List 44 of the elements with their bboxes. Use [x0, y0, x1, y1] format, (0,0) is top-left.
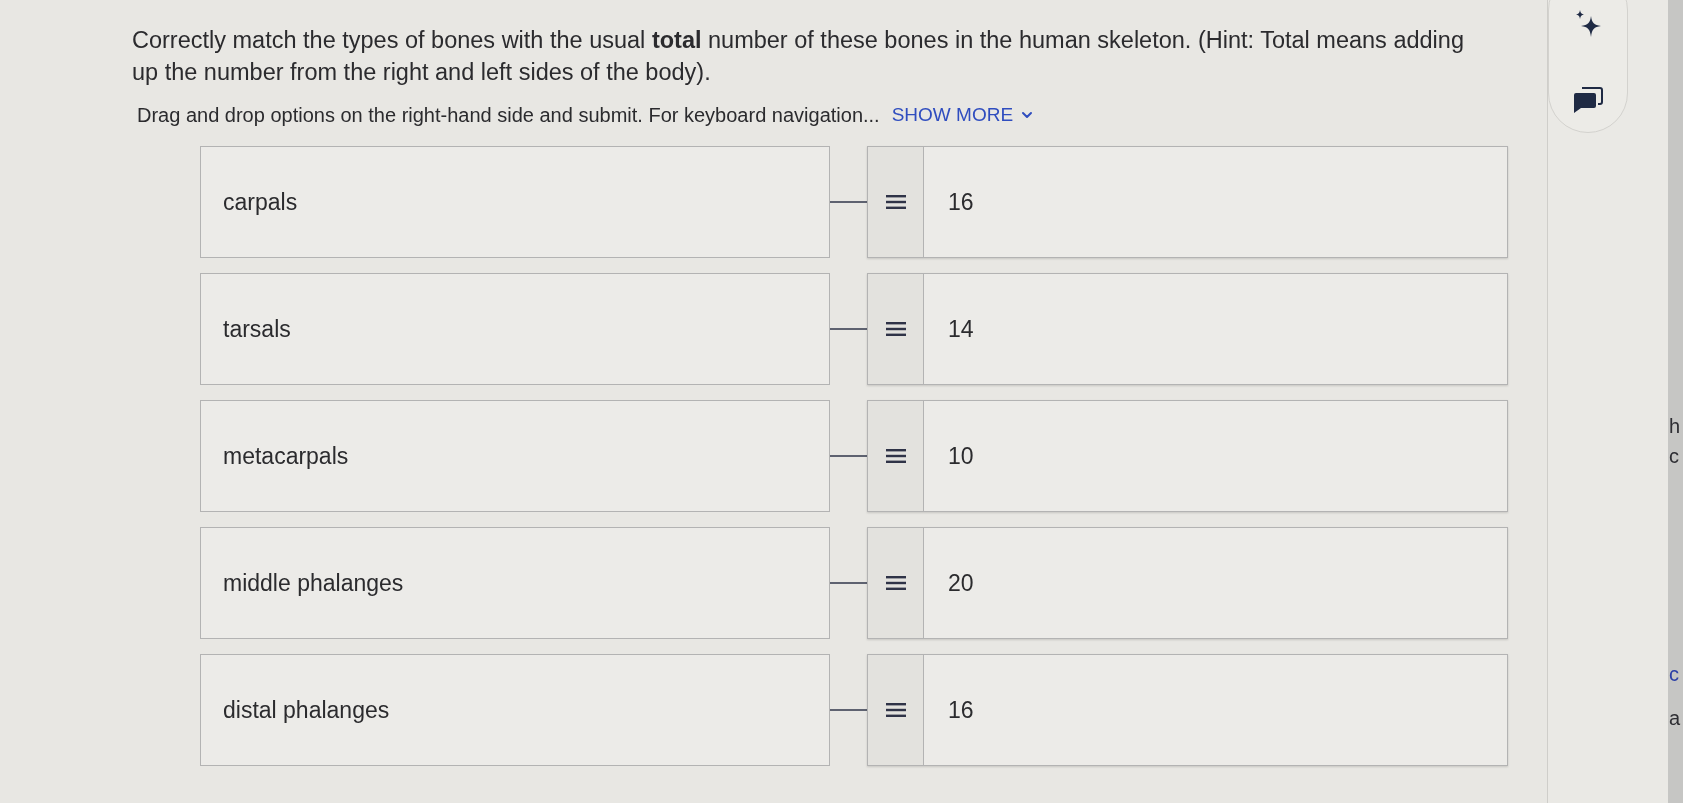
answer-value: 20 — [948, 568, 974, 598]
prompt-label: distal phalanges — [223, 695, 390, 725]
drop-target[interactable]: distal phalanges — [200, 654, 830, 766]
text-fragment: c — [1668, 662, 1680, 686]
chat-bubbles-icon — [1573, 87, 1603, 113]
question-text: Correctly match the types of bones with the usual total number of these bones in the human skeleton. (Hint: Total means adding up the number from the right and left sides of the body). — [132, 26, 1465, 87]
answer-card[interactable]: 20 — [867, 527, 1508, 639]
grip-lines-icon — [885, 449, 906, 463]
prompt-label: carpals — [223, 187, 298, 217]
drag-handle[interactable] — [868, 528, 924, 638]
drag-handle[interactable] — [868, 147, 924, 257]
prompt-label: metacarpals — [223, 441, 349, 471]
drag-handle[interactable] — [868, 401, 924, 511]
answer-value: 14 — [948, 314, 974, 344]
connector-line — [830, 455, 867, 457]
text-fragment: c — [1668, 444, 1680, 468]
connector-line — [830, 709, 867, 711]
text-fragment: a — [1668, 706, 1682, 730]
drop-target[interactable]: tarsals — [200, 273, 830, 385]
connector-line — [830, 328, 867, 330]
show-more-link[interactable]: SHOW MORE — [891, 102, 1036, 128]
drop-target[interactable]: metacarpals — [200, 400, 830, 512]
answer-card[interactable]: 10 — [867, 400, 1508, 512]
answer-card[interactable]: 14 — [867, 273, 1508, 385]
prompt-label: middle phalanges — [223, 568, 404, 598]
grip-lines-icon — [885, 576, 906, 590]
prompt-label: tarsals — [223, 314, 291, 344]
sparkle-icon — [1574, 10, 1602, 38]
text-fragment: h — [1668, 414, 1682, 438]
grip-lines-icon — [885, 703, 906, 717]
connector-line — [830, 582, 867, 584]
grip-lines-icon — [885, 322, 906, 336]
answer-value: 16 — [948, 187, 974, 217]
drag-handle[interactable] — [868, 655, 924, 765]
connector-line — [830, 201, 867, 203]
answer-card[interactable]: 16 — [867, 146, 1508, 258]
answer-value: 16 — [948, 695, 974, 725]
drop-target[interactable]: middle phalanges — [200, 527, 830, 639]
answer-value: 10 — [948, 441, 974, 471]
instructions-text: Drag and drop options on the right-hand side and submit. For keyboard navigation... — [137, 103, 880, 128]
drag-handle[interactable] — [868, 274, 924, 384]
drop-target[interactable]: carpals — [200, 146, 830, 258]
grip-lines-icon — [885, 195, 906, 209]
answer-card[interactable]: 16 — [867, 654, 1508, 766]
